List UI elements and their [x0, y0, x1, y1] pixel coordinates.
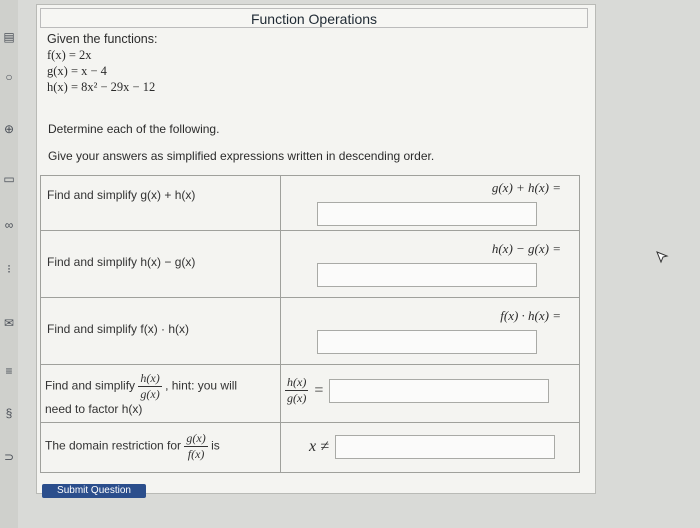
quotient-fraction: h(x) g(x) — [138, 371, 162, 402]
question-row: Find and simplify h(x) − g(x) h(x) − g(x… — [40, 230, 580, 298]
domain-variable: x ≠ — [309, 438, 329, 455]
quotient-prompt: Find and simplify h(x) g(x) , hint: you … — [45, 371, 276, 402]
answer-denominator: g(x) — [287, 391, 307, 405]
answer-input[interactable] — [317, 330, 537, 354]
question-prompt: Find and simplify g(x) + h(x) — [47, 188, 196, 202]
domain-prefix: The domain restriction for — [45, 438, 182, 453]
quotient-hint: , hint: you will — [165, 378, 238, 393]
fraction-denominator: f(x) — [187, 447, 205, 461]
given-functions: Given the functions: f(x) = 2x g(x) = x … — [47, 31, 157, 95]
answer-numerator: h(x) — [285, 375, 309, 391]
answer-label: h(x) − g(x) = — [491, 241, 561, 256]
answer-input[interactable] — [317, 263, 537, 287]
grid-icon[interactable]: ▤ — [2, 30, 16, 44]
equals-sign: = — [314, 381, 324, 399]
quotient-row: Find and simplify h(x) g(x) , hint: you … — [40, 364, 580, 423]
left-toolbar: ▤ ○ ⊕ ▭ ∞ ⁝ ✉ ≡ § ⊃ — [0, 0, 18, 528]
question-prompt-cell: The domain restriction for g(x) f(x) is — [40, 422, 281, 473]
search-icon[interactable]: ○ — [2, 70, 16, 84]
domain-answer-row: x ≠ — [285, 435, 575, 459]
globe-icon[interactable]: ⊕ — [2, 122, 16, 136]
question-prompt-cell: Find and simplify h(x) − g(x) — [40, 230, 281, 298]
instruction-2: Give your answers as simplified expressi… — [48, 149, 435, 163]
submit-button[interactable]: Submit Question — [42, 484, 146, 498]
fraction-numerator: h(x) — [138, 371, 162, 387]
page-title: Function Operations — [40, 8, 588, 28]
answer-label: g(x) + h(x) = — [491, 180, 561, 195]
domain-row: The domain restriction for g(x) f(x) is … — [40, 422, 580, 473]
notes-icon[interactable]: ▭ — [2, 172, 16, 186]
question-prompt-cell: Find and simplify g(x) + h(x) — [40, 175, 281, 231]
answer-cell: h(x) − g(x) = — [280, 230, 580, 298]
question-row: Find and simplify g(x) + h(x) g(x) + h(x… — [40, 175, 580, 231]
function-g: g(x) = x − 4 — [47, 64, 107, 78]
document-icon[interactable]: ≡ — [2, 364, 16, 378]
answer-input[interactable] — [317, 202, 537, 226]
domain-prompt: The domain restriction for g(x) f(x) is — [45, 431, 276, 462]
question-row: Find and simplify f(x) · h(x) f(x) · h(x… — [40, 297, 580, 365]
quotient-answer-fraction: h(x) g(x) — [285, 375, 309, 406]
quotient-hint-2: need to factor h(x) — [45, 402, 143, 416]
answer-label: f(x) · h(x) = — [500, 308, 561, 323]
quotient-answer-row: h(x) g(x) = — [285, 375, 575, 406]
answer-input[interactable] — [334, 435, 555, 459]
instruction-1: Determine each of the following. — [48, 122, 220, 136]
fraction-numerator: g(x) — [184, 431, 208, 447]
domain-fraction: g(x) f(x) — [184, 431, 208, 462]
question-prompt-cell: Find and simplify f(x) · h(x) — [40, 297, 281, 365]
answer-cell: g(x) + h(x) = — [280, 175, 580, 231]
fraction-denominator: g(x) — [140, 387, 160, 401]
function-f: f(x) = 2x — [47, 48, 92, 62]
given-label: Given the functions: — [47, 32, 158, 46]
apps-icon[interactable]: ⁝ — [2, 262, 16, 276]
question-prompt: Find and simplify f(x) · h(x) — [47, 322, 190, 336]
settings-icon[interactable]: § — [2, 406, 16, 420]
question-prompt: Find and simplify h(x) − g(x) — [47, 255, 196, 269]
answer-cell: f(x) · h(x) = — [280, 297, 580, 365]
function-h: h(x) = 8x² − 29x − 12 — [47, 80, 156, 94]
question-table: Find and simplify g(x) + h(x) g(x) + h(x… — [40, 175, 580, 473]
domain-is: is — [211, 438, 220, 453]
answer-cell: h(x) g(x) = — [280, 364, 580, 423]
question-prompt-cell: Find and simplify h(x) g(x) , hint: you … — [40, 364, 281, 423]
quotient-prefix: Find and simplify — [45, 378, 136, 393]
answer-cell: x ≠ — [280, 422, 580, 473]
people-icon[interactable]: ∞ — [2, 218, 16, 232]
mouse-cursor-icon — [656, 251, 669, 264]
arrow-icon[interactable]: ⊃ — [2, 450, 16, 464]
mail-icon[interactable]: ✉ — [2, 316, 16, 330]
answer-input[interactable] — [329, 378, 550, 403]
